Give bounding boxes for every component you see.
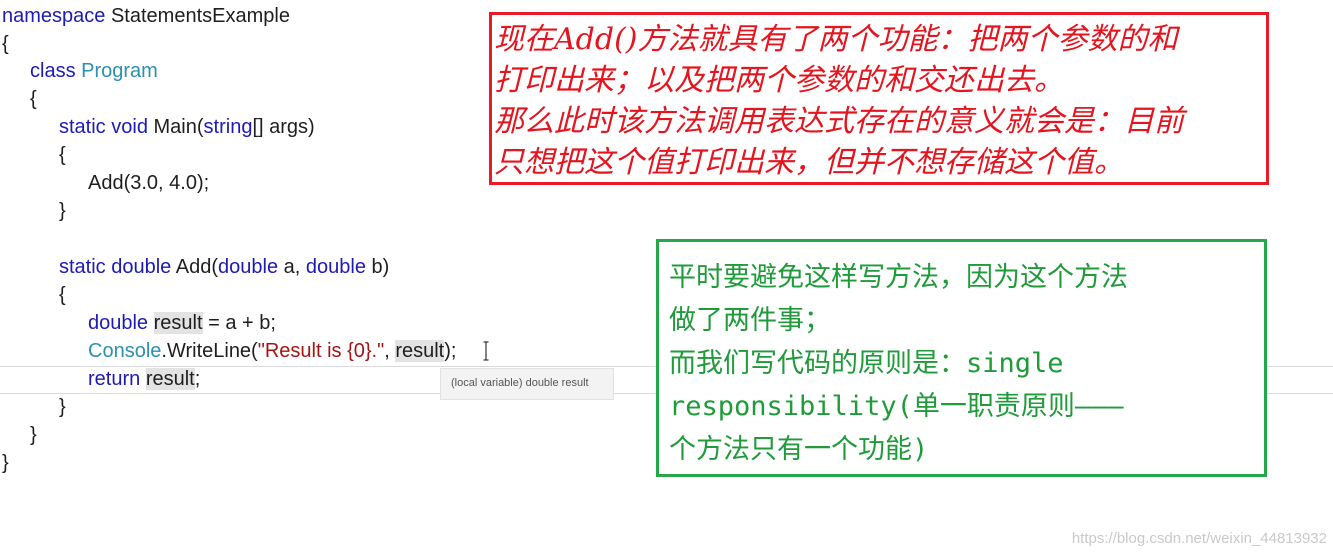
- variable-result[interactable]: result: [395, 340, 445, 362]
- keyword: string: [203, 116, 253, 138]
- code-brace: {: [59, 284, 66, 306]
- watermark: https://blog.csdn.net/weixin_44813932: [1071, 530, 1327, 547]
- separator: ,: [384, 340, 396, 362]
- annotation-line: 打印出来；以及把两个参数的和交还出去。: [494, 63, 1064, 98]
- annotation-line: 那么此时该方法调用表达式存在的意义就会是：目前: [494, 104, 1184, 139]
- keyword: namespace: [2, 5, 106, 27]
- code-brace: {: [59, 144, 66, 166]
- variable-result[interactable]: result: [153, 312, 203, 334]
- code-line-main: static void Main(string[] args): [59, 113, 315, 141]
- code-brace: }: [30, 424, 37, 446]
- keyword: class: [30, 60, 76, 82]
- annotation-line: 个方法只有一个功能): [669, 434, 929, 465]
- annotation-red: 现在Add()方法就具有了两个功能：把两个参数的和 打印出来；以及把两个参数的和…: [489, 12, 1269, 185]
- keyword: double: [218, 256, 279, 278]
- keyword: static: [59, 256, 106, 278]
- code-line-return: return result;: [88, 365, 200, 393]
- keyword: static: [59, 116, 106, 138]
- console-class: Console: [88, 340, 162, 362]
- namespace-name: StatementsExample: [110, 5, 290, 27]
- code-brace: {: [30, 88, 37, 110]
- return-end: ;: [194, 368, 201, 390]
- code-line-console: Console.WriteLine("Result is {0}.", resu…: [88, 337, 456, 365]
- annotation-line: 现在Add()方法就具有了两个功能：把两个参数的和: [494, 22, 1178, 57]
- code-brace: }: [59, 396, 66, 418]
- annotation-line: 只想把这个值打印出来，但并不想存储这个值。: [494, 145, 1124, 180]
- keyword: return: [88, 368, 141, 390]
- param-a: a,: [283, 256, 301, 278]
- keyword: double: [305, 256, 366, 278]
- variable-result[interactable]: result: [145, 368, 195, 390]
- annotation-line: responsibility(单一职责原则———: [669, 391, 1124, 422]
- class-name: Program: [81, 60, 158, 82]
- method-name: Main(: [153, 116, 204, 138]
- code-line-call: Add(3.0, 4.0);: [88, 172, 210, 194]
- annotation-line: 平时要避免这样写方法，因为这个方法: [669, 262, 1128, 293]
- code-brace: {: [2, 33, 9, 55]
- annotation-green: 平时要避免这样写方法，因为这个方法 做了两件事； 而我们写代码的原则是：sing…: [656, 239, 1267, 477]
- code-brace: }: [59, 200, 66, 222]
- method-name: Add(: [175, 256, 219, 278]
- text-cursor-icon: [483, 341, 489, 361]
- decl-rest: = a + b;: [208, 312, 276, 334]
- code-line-class: class Program: [30, 57, 158, 85]
- keyword: double: [111, 256, 172, 278]
- quick-info-tooltip: (local variable) double result: [440, 368, 614, 400]
- code-line-namespace: namespace StatementsExample: [2, 2, 290, 30]
- param-b: b): [371, 256, 390, 278]
- code-brace: }: [2, 452, 9, 474]
- method-call: .WriteLine(: [161, 340, 258, 362]
- annotation-line: 做了两件事；: [669, 305, 831, 336]
- code-line-add: static double Add(double a, double b): [59, 253, 389, 281]
- keyword: double: [88, 312, 149, 334]
- keyword: void: [111, 116, 148, 138]
- main-params: [] args): [252, 116, 315, 138]
- call-end: );: [444, 340, 457, 362]
- code-line-decl: double result = a + b;: [88, 309, 276, 337]
- string-literal: "Result is {0}.": [257, 340, 385, 362]
- annotation-line: 而我们写代码的原则是：single: [669, 348, 1064, 379]
